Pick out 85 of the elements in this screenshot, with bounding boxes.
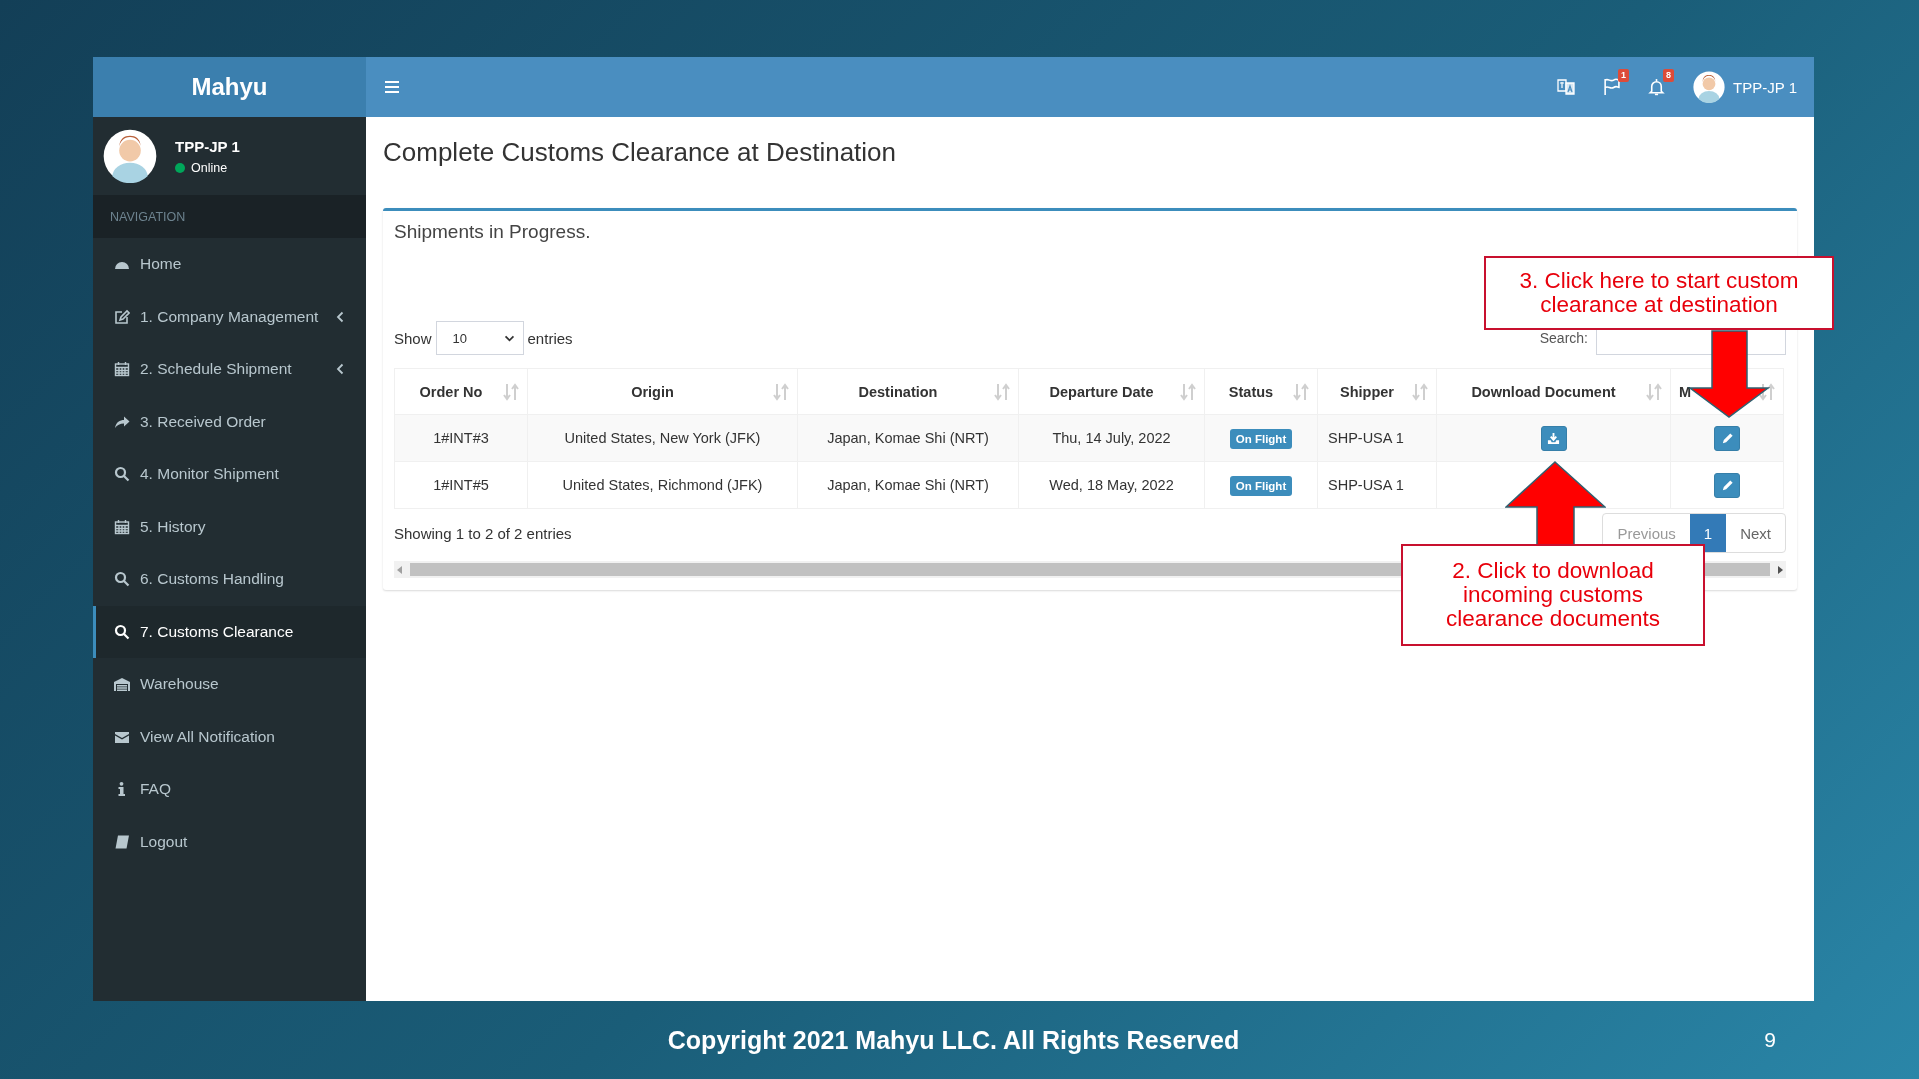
table-cell: United States, Richmond (JFK) bbox=[527, 461, 798, 509]
next-button[interactable]: Next bbox=[1726, 514, 1785, 552]
sort-icon bbox=[773, 383, 789, 401]
column-header[interactable]: Destination bbox=[797, 368, 1019, 415]
nav-item[interactable]: 6. Customs Handling bbox=[93, 553, 366, 606]
search-icon bbox=[114, 466, 130, 483]
user-menu[interactable]: TPP-JP 1 bbox=[1693, 71, 1797, 103]
menu-icon bbox=[384, 80, 400, 94]
page-button[interactable]: 1 bbox=[1689, 514, 1727, 552]
status-badge: On Flight bbox=[1229, 476, 1293, 496]
table-cell: Wed, 18 May, 2022 bbox=[1018, 461, 1205, 509]
entries-select[interactable]: 10 bbox=[435, 321, 524, 355]
chevron-left-icon bbox=[336, 363, 344, 376]
warehouse-icon bbox=[114, 676, 130, 693]
nav-item[interactable]: FAQ bbox=[93, 763, 366, 816]
sort-icon bbox=[1293, 383, 1309, 401]
status-badge: On Flight bbox=[1229, 429, 1293, 449]
pencil-square-icon bbox=[114, 308, 130, 325]
column-header[interactable]: Order No bbox=[394, 368, 528, 415]
nav-header: NAVIGATION bbox=[110, 209, 186, 224]
sort-icon bbox=[1412, 383, 1428, 401]
nav-item[interactable]: 2. Schedule Shipment bbox=[93, 343, 366, 396]
flag-icon bbox=[1603, 78, 1621, 96]
footer-text: Copyright 2021 Mahyu LLC. All Rights Reserved bbox=[667, 1025, 1240, 1055]
table-cell: Japan, Komae Shi (NRT) bbox=[797, 414, 1019, 462]
entries-info: Showing 1 to 2 of 2 entries bbox=[394, 524, 572, 542]
search-icon bbox=[114, 571, 130, 588]
column-header[interactable]: Departure Date bbox=[1018, 368, 1205, 415]
column-header[interactable]: Origin bbox=[527, 368, 798, 415]
sort-icon bbox=[1759, 383, 1775, 401]
nav-item[interactable]: 7. Customs Clearance bbox=[93, 605, 366, 658]
chevron-down-icon bbox=[503, 334, 515, 342]
table-cell: Japan, Komae Shi (NRT) bbox=[797, 461, 1019, 509]
page-number: 9 bbox=[1764, 1028, 1777, 1052]
download-button[interactable] bbox=[1540, 425, 1567, 451]
sort-icon bbox=[1646, 383, 1662, 401]
search-label: Search: bbox=[1539, 330, 1588, 346]
pencil-icon bbox=[1720, 478, 1734, 492]
book-icon bbox=[114, 833, 130, 850]
edit-button[interactable] bbox=[1714, 472, 1740, 498]
calendar-icon bbox=[114, 518, 130, 535]
user-avatar bbox=[1693, 71, 1726, 103]
annotation-tooltip: 2. Click to download incoming customs clearance documents bbox=[1401, 544, 1705, 646]
bell-icon bbox=[1648, 78, 1666, 96]
user-name: TPP-JP 1 bbox=[1733, 78, 1797, 96]
nav-item[interactable]: Logout bbox=[93, 815, 366, 868]
user-name: TPP-JP 1 bbox=[175, 137, 240, 155]
nav-item[interactable]: Home bbox=[93, 238, 366, 291]
download-icon bbox=[1547, 431, 1560, 445]
show-label: Show bbox=[394, 329, 432, 347]
scroll-left-icon[interactable] bbox=[397, 565, 403, 574]
scroll-right-icon[interactable] bbox=[1777, 565, 1783, 574]
nav-item[interactable]: 3. Received Order bbox=[93, 395, 366, 448]
nav-item[interactable]: 4. Monitor Shipment bbox=[93, 448, 366, 501]
search-icon bbox=[114, 623, 130, 640]
status-text: Online bbox=[191, 160, 228, 175]
table-cell: Thu, 14 July, 2022 bbox=[1018, 414, 1205, 462]
sort-icon bbox=[503, 383, 519, 401]
user-avatar bbox=[103, 129, 157, 183]
nav-item[interactable]: 5. History bbox=[93, 500, 366, 553]
table-cell: 1#INT#3 bbox=[394, 414, 528, 462]
nav-item[interactable]: Warehouse bbox=[93, 658, 366, 711]
brand-logo[interactable]: Mahyu bbox=[191, 73, 268, 101]
chevron-left-icon bbox=[336, 310, 344, 323]
edit-button[interactable] bbox=[1714, 425, 1740, 451]
table-cell: SHP-USA 1 bbox=[1317, 461, 1437, 509]
notification-badge: 8 bbox=[1663, 69, 1675, 82]
annotation-tooltip: 3. Click here to start custom clearance at destination bbox=[1484, 256, 1834, 330]
calendar-icon bbox=[114, 361, 130, 378]
table-cell: SHP-USA 1 bbox=[1317, 414, 1437, 462]
card-title: Shipments in Progress. bbox=[394, 221, 592, 243]
sort-icon bbox=[1180, 383, 1196, 401]
translate-icon bbox=[1557, 78, 1576, 96]
sort-icon bbox=[994, 383, 1010, 401]
table-cell: 1#INT#5 bbox=[394, 461, 528, 509]
nav-item[interactable]: View All Notification bbox=[93, 710, 366, 763]
column-header[interactable]: Download Document bbox=[1436, 368, 1671, 415]
pencil-icon bbox=[1720, 431, 1734, 445]
notification-badge: 1 bbox=[1618, 69, 1630, 82]
column-header[interactable]: Shipper bbox=[1317, 368, 1437, 415]
page-title: Complete Customs Clearance at Destination bbox=[383, 137, 898, 168]
entries-label: entries bbox=[527, 329, 573, 347]
column-header[interactable]: Status bbox=[1204, 368, 1318, 415]
table-cell: United States, New York (JFK) bbox=[527, 414, 798, 462]
nav-item[interactable]: 1. Company Management bbox=[93, 290, 366, 343]
